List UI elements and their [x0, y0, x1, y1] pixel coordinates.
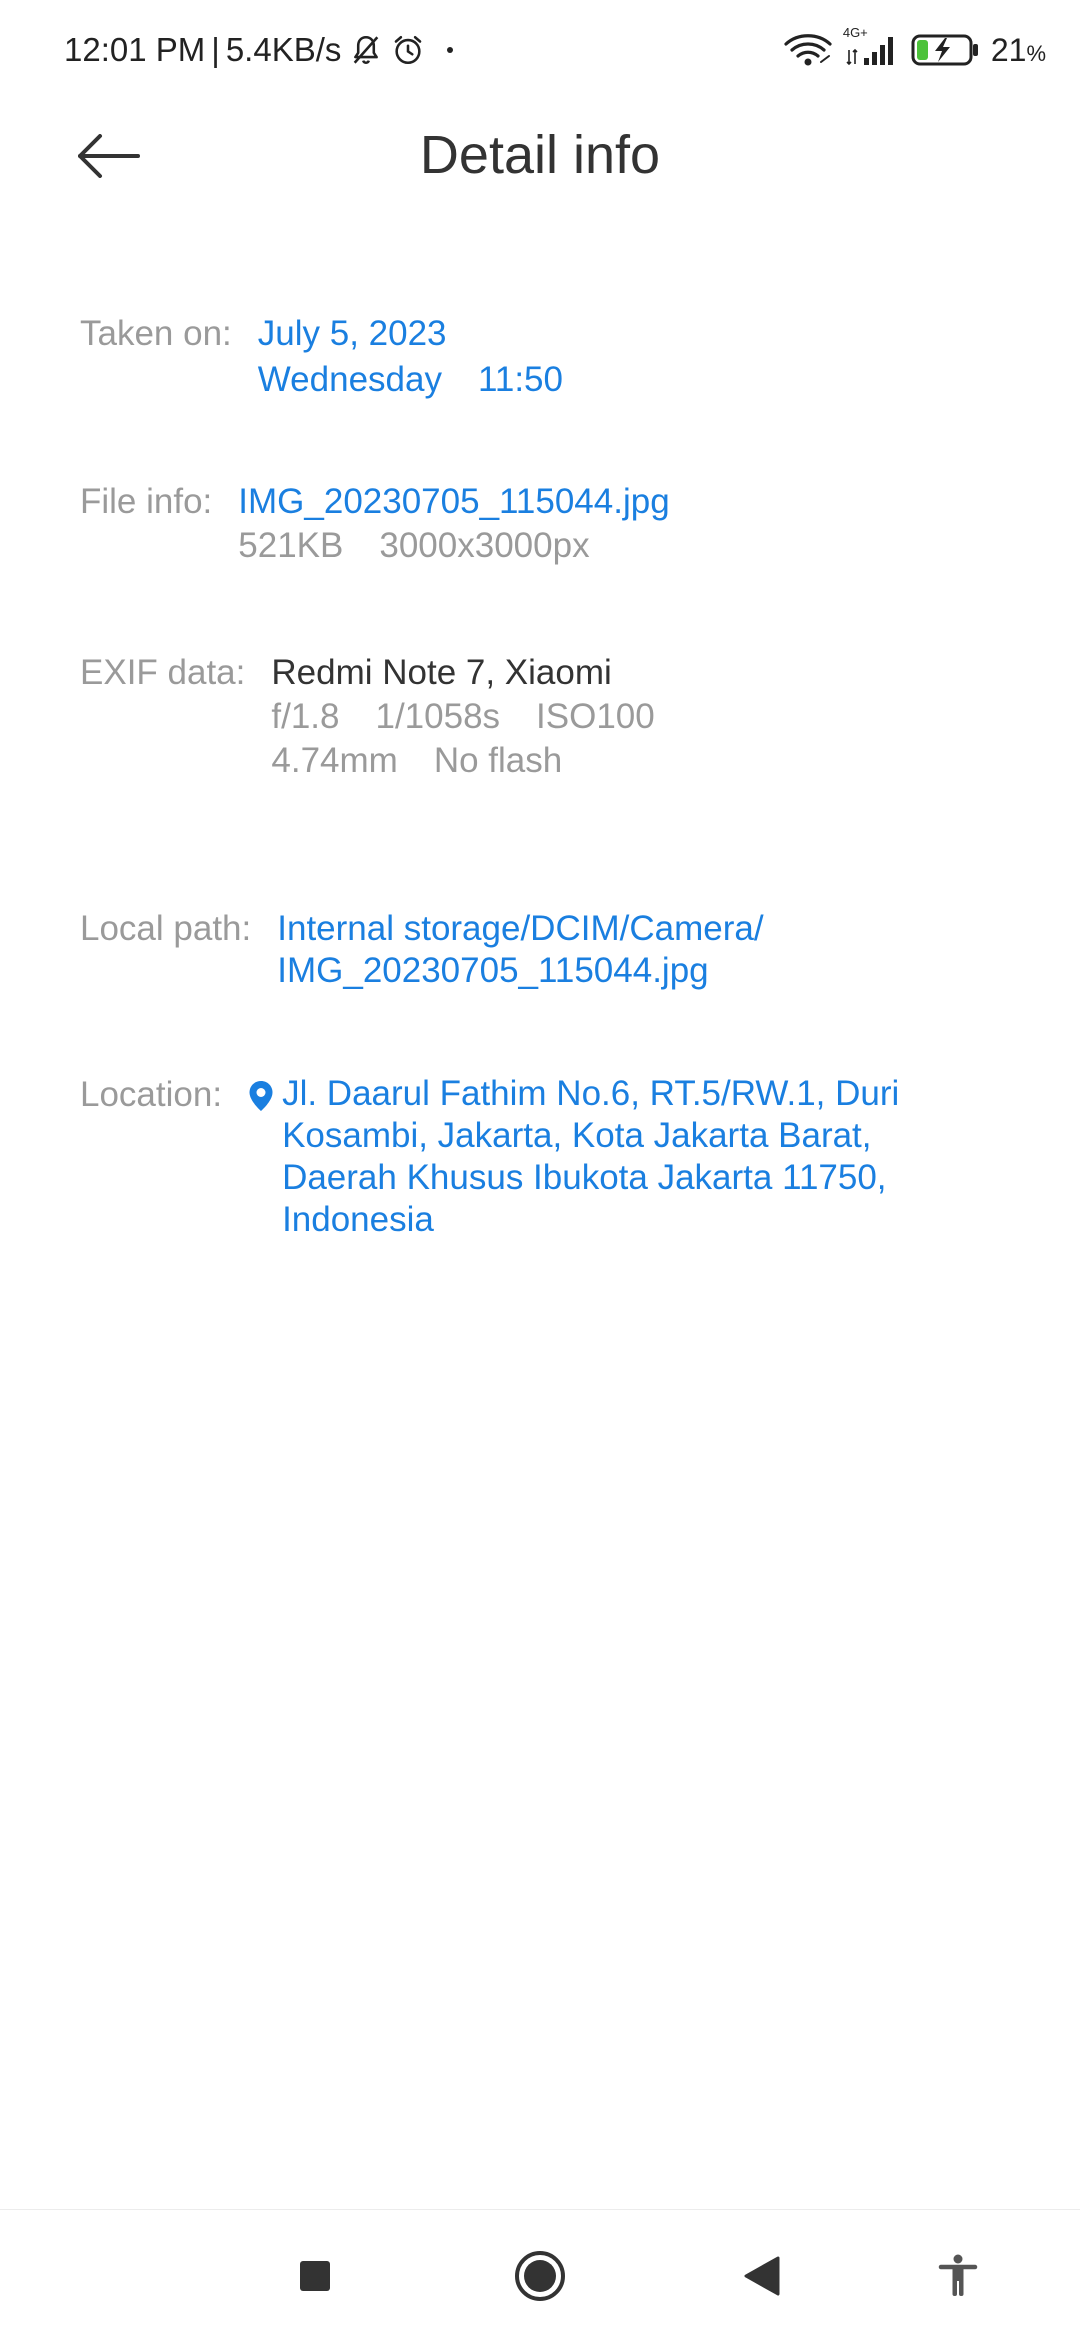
exif-aperture: f/1.8 [271, 697, 340, 736]
status-left: 12:01 PM | 5.4KB/s [64, 26, 454, 74]
location-address: Jl. Daarul Fathim No.6, RT.5/RW.1, Duri … [282, 1074, 900, 1239]
exif-lens: 4.74mm No flash [271, 739, 654, 783]
wifi-icon [783, 32, 833, 68]
location-link[interactable]: Jl. Daarul Fathim No.6, RT.5/RW.1, Duri … [248, 1073, 942, 1241]
exif-flash: No flash [433, 741, 563, 780]
home-button[interactable] [508, 2244, 572, 2308]
home-circle-icon [515, 2251, 565, 2301]
taken-on-weekday-time: Wednesday 11:50 [258, 358, 563, 402]
battery-charging-icon [911, 32, 981, 68]
alarm-icon [391, 33, 425, 67]
signal-icon: 4G+ [843, 26, 899, 68]
file-size-resolution: 521KB 3000x3000px [238, 524, 669, 568]
status-separator: | [211, 31, 220, 68]
local-path-line-2: IMG_20230705_115044.jpg [277, 951, 709, 990]
file-info-label: File info: [80, 482, 213, 521]
location-label: Location: [80, 1075, 223, 1114]
local-path-link[interactable]: Internal storage/DCIM/Camera/ IMG_202307… [277, 907, 763, 993]
exif-exposure: f/1.8 1/1058s ISO100 [271, 695, 654, 739]
header: Detail info [0, 100, 1080, 215]
file-info-row: File info: IMG_20230705_115044.jpg 521KB… [80, 480, 1040, 568]
status-bar: 12:01 PM | 5.4KB/s 4G+ 21 % [0, 0, 1080, 100]
location-pin-icon [248, 1079, 274, 1123]
accessibility-icon [938, 2254, 978, 2296]
page-title: Detail info [419, 125, 661, 185]
taken-on-row: Taken on: July 5, 2023 Wednesday 11:50 [80, 312, 1040, 402]
notification-dot [447, 47, 454, 53]
exif-device: Redmi Note 7, Xiaomi [271, 653, 612, 692]
back-triangle-icon [744, 2256, 780, 2296]
taken-on-date: July 5, 2023 [257, 314, 447, 353]
exif-value: Redmi Note 7, Xiaomi f/1.8 1/1058s ISO100 … [271, 651, 654, 783]
local-path-row: Local path: Internal storage/DCIM/Camera… [80, 907, 1040, 993]
local-path-line-1: Internal storage/DCIM/Camera/ [277, 909, 764, 948]
exif-iso: ISO100 [536, 697, 655, 736]
taken-on-value: July 5, 2023 Wednesday 11:50 [258, 312, 563, 402]
file-resolution: 3000x3000px [379, 526, 590, 565]
status-net-speed: 5.4KB/s [225, 31, 342, 68]
file-name-link[interactable]: IMG_20230705_115044.jpg [238, 480, 669, 524]
recents-button[interactable] [283, 2244, 347, 2308]
local-path-label: Local path: [80, 909, 252, 948]
detail-info-screen: 12:01 PM | 5.4KB/s 4G+ 21 % Detail info … [0, 0, 1080, 2340]
battery-percent-unit: % [1026, 41, 1046, 66]
file-info-value: IMG_20230705_115044.jpg 521KB 3000x3000px [238, 480, 669, 568]
network-type-label: 4G+ [842, 25, 868, 40]
status-time: 12:01 PM [64, 31, 206, 68]
taken-on-label: Taken on: [80, 314, 232, 353]
exif-shutter: 1/1058s [375, 697, 501, 736]
taken-on-weekday: Wednesday [257, 360, 442, 399]
accessibility-button[interactable] [926, 2244, 990, 2308]
battery-percent: 21 [990, 31, 1027, 68]
status-right: 4G+ 21 % [771, 26, 1046, 74]
navigation-bar [0, 2209, 1080, 2340]
exif-focal-length: 4.74mm [271, 741, 398, 780]
nav-back-button[interactable] [730, 2244, 794, 2308]
exif-row: EXIF data: Redmi Note 7, Xiaomi f/1.8 1/1… [80, 651, 1040, 783]
file-size: 521KB [238, 526, 344, 565]
recents-square-icon [300, 2261, 330, 2291]
exif-label: EXIF data: [80, 653, 246, 692]
bell-off-icon [349, 33, 383, 67]
taken-on-time: 11:50 [477, 360, 563, 399]
location-row: Location: Jl. Daarul Fathim No.6, RT.5/R… [80, 1073, 1040, 1241]
